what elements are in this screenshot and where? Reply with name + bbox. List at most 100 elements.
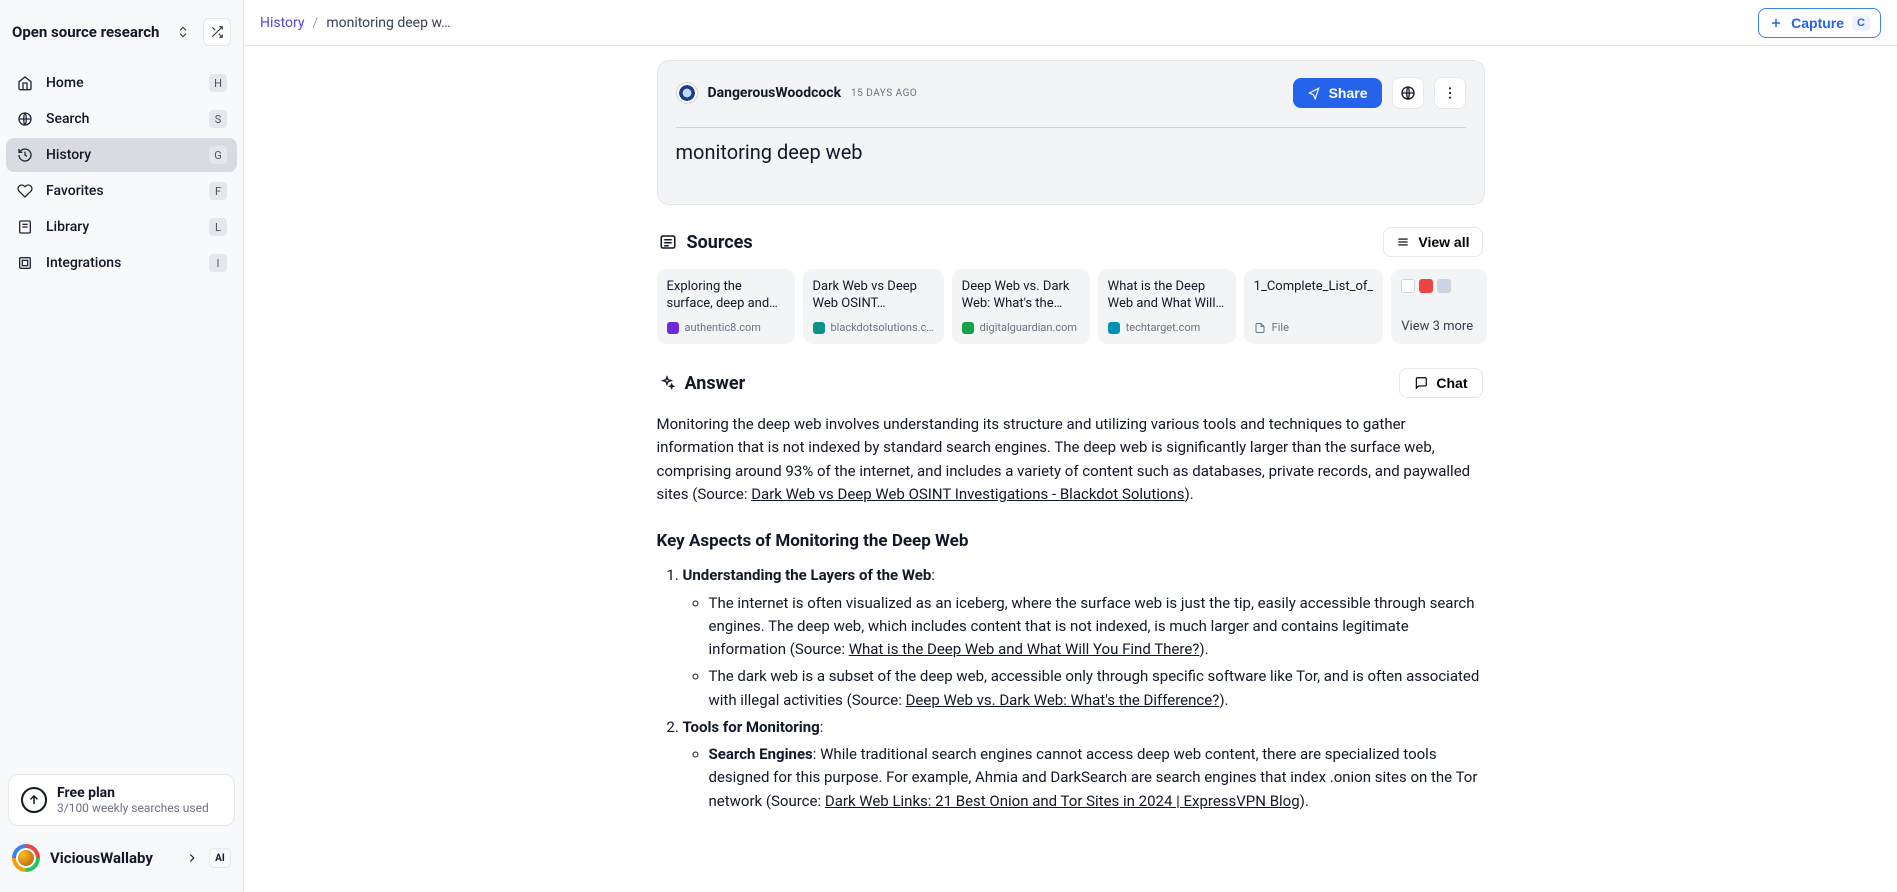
favicon-icon: [667, 322, 679, 334]
sidebar-item-history[interactable]: History G: [6, 138, 237, 172]
shuffle-icon: [210, 25, 224, 39]
sidebar-item-label: Library: [46, 219, 89, 235]
history-icon: [16, 146, 34, 164]
sidebar-item-search[interactable]: Search S: [6, 102, 237, 136]
sidebar-item-label: Integrations: [46, 255, 121, 271]
globe-icon: [16, 110, 34, 128]
shortcut-key: H: [209, 74, 227, 92]
breadcrumb-current: monitoring deep w…: [326, 15, 450, 31]
breadcrumb: History / monitoring deep w…: [260, 15, 450, 31]
citation-link[interactable]: Deep Web vs. Dark Web: What's the Differ…: [906, 691, 1220, 709]
source-domain: digitalguardian.com: [980, 321, 1077, 334]
view-all-sources-button[interactable]: View all: [1383, 227, 1482, 257]
book-icon: [16, 218, 34, 236]
sidebar-item-label: Home: [46, 75, 84, 91]
answer-title: Answer: [685, 373, 746, 394]
globe-button[interactable]: [1392, 77, 1424, 109]
workspace-switcher[interactable]: [169, 18, 197, 46]
plan-title: Free plan: [57, 785, 209, 801]
query-timestamp: 15 DAYS AGO: [851, 88, 917, 99]
favicon-icon: [1108, 322, 1120, 334]
list-item: The dark web is a subset of the deep web…: [709, 665, 1485, 712]
source-domain: blackdotsolutions.c…: [831, 321, 934, 334]
chat-button[interactable]: Chat: [1399, 368, 1482, 398]
source-title: Exploring the surface, deep and…: [667, 279, 785, 313]
sparkles-icon: [659, 375, 675, 391]
globe-icon: [1400, 85, 1416, 101]
source-domain: File: [1272, 321, 1289, 334]
list-item: Search Engines: While traditional search…: [709, 743, 1485, 813]
heart-icon: [16, 182, 34, 200]
source-card[interactable]: What is the Deep Web and What Will… tech…: [1098, 269, 1236, 344]
sources-icon: [659, 233, 677, 251]
citation-link[interactable]: What is the Deep Web and What Will You F…: [849, 640, 1200, 658]
source-card[interactable]: Dark Web vs Deep Web OSINT… blackdotsolu…: [803, 269, 944, 344]
list-item: The internet is often visualized as an i…: [709, 592, 1485, 662]
answer-paragraph: Monitoring the deep web involves underst…: [657, 413, 1485, 506]
layers-icon: [16, 254, 34, 272]
more-sources-label: View 3 more: [1401, 319, 1477, 334]
source-card[interactable]: Exploring the surface, deep and… authent…: [657, 269, 795, 344]
capture-key: C: [1852, 15, 1870, 31]
sources-title: Sources: [687, 232, 753, 253]
more-sources-card[interactable]: View 3 more: [1391, 269, 1487, 344]
sources-header: Sources View all: [659, 227, 1483, 257]
more-vertical-icon: [1442, 85, 1458, 101]
sidebar-item-label: Favorites: [46, 183, 104, 199]
plan-card[interactable]: Free plan 3/100 weekly searches used: [8, 774, 235, 826]
query-text: monitoring deep web: [676, 140, 1466, 164]
upgrade-icon: [21, 787, 47, 813]
sidebar-item-favorites[interactable]: Favorites F: [6, 174, 237, 208]
sidebar-nav: Home H Search S History G: [6, 66, 237, 280]
sidebar-item-library[interactable]: Library L: [6, 210, 237, 244]
breadcrumb-root[interactable]: History: [260, 15, 305, 31]
list-icon: [1396, 235, 1410, 249]
author-avatar: [676, 82, 698, 104]
chevrons-up-down-icon: [176, 25, 190, 39]
topbar: History / monitoring deep w… Capture C: [244, 0, 1897, 46]
citation-link[interactable]: Dark Web vs Deep Web OSINT Investigation…: [751, 485, 1184, 503]
plus-icon: [1769, 16, 1783, 30]
source-card[interactable]: Deep Web vs. Dark Web: What's the… digit…: [952, 269, 1090, 344]
citation-link[interactable]: Dark Web Links: 21 Best Onion and Tor Si…: [825, 792, 1300, 810]
favicon-icon: [1401, 279, 1415, 293]
sidebar-item-label: Search: [46, 111, 89, 127]
source-domain: techtarget.com: [1126, 321, 1201, 334]
shortcut-key: G: [209, 146, 227, 164]
capture-button[interactable]: Capture C: [1758, 8, 1881, 38]
sidebar-item-home[interactable]: Home H: [6, 66, 237, 100]
user-row[interactable]: ViciousWallaby AI: [8, 838, 235, 878]
answer-header: Answer Chat: [659, 368, 1483, 398]
author-name: DangerousWoodcock: [708, 85, 842, 101]
answer-body: Monitoring the deep web involves underst…: [657, 413, 1485, 813]
favicon-icon: [1437, 279, 1451, 293]
shortcut-key: I: [209, 254, 227, 272]
user-name: ViciousWallaby: [50, 849, 153, 867]
breadcrumb-separator: /: [313, 15, 319, 31]
sidebar: Open source research Home H: [0, 0, 244, 892]
share-button[interactable]: Share: [1293, 78, 1382, 108]
shuffle-button[interactable]: [203, 18, 231, 46]
workspace-header: Open source research: [6, 10, 237, 60]
chat-icon: [1414, 376, 1428, 390]
sources-row: Exploring the surface, deep and… authent…: [657, 269, 1485, 344]
capture-label: Capture: [1791, 15, 1844, 31]
query-card: DangerousWoodcock 15 DAYS AGO Share: [657, 60, 1485, 205]
sidebar-item-label: History: [46, 147, 91, 163]
more-menu-button[interactable]: [1434, 77, 1466, 109]
source-domain: authentic8.com: [685, 321, 761, 334]
list-item: Tools for Monitoring: Search Engines: Wh…: [683, 716, 1485, 813]
shortcut-key: S: [209, 110, 227, 128]
sidebar-item-integrations[interactable]: Integrations I: [6, 246, 237, 280]
source-title: Dark Web vs Deep Web OSINT…: [813, 279, 934, 313]
favicon-icon: [1419, 279, 1433, 293]
shortcut-key: F: [209, 182, 227, 200]
shortcut-key: L: [209, 218, 227, 236]
source-card[interactable]: 1_Complete_List_of_ File: [1244, 269, 1384, 344]
source-title: 1_Complete_List_of_: [1254, 279, 1374, 313]
plan-subtitle: 3/100 weekly searches used: [57, 801, 209, 815]
home-icon: [16, 74, 34, 92]
favicon-icon: [962, 322, 974, 334]
workspace-title: Open source research: [12, 23, 159, 41]
source-title: What is the Deep Web and What Will…: [1108, 279, 1226, 313]
